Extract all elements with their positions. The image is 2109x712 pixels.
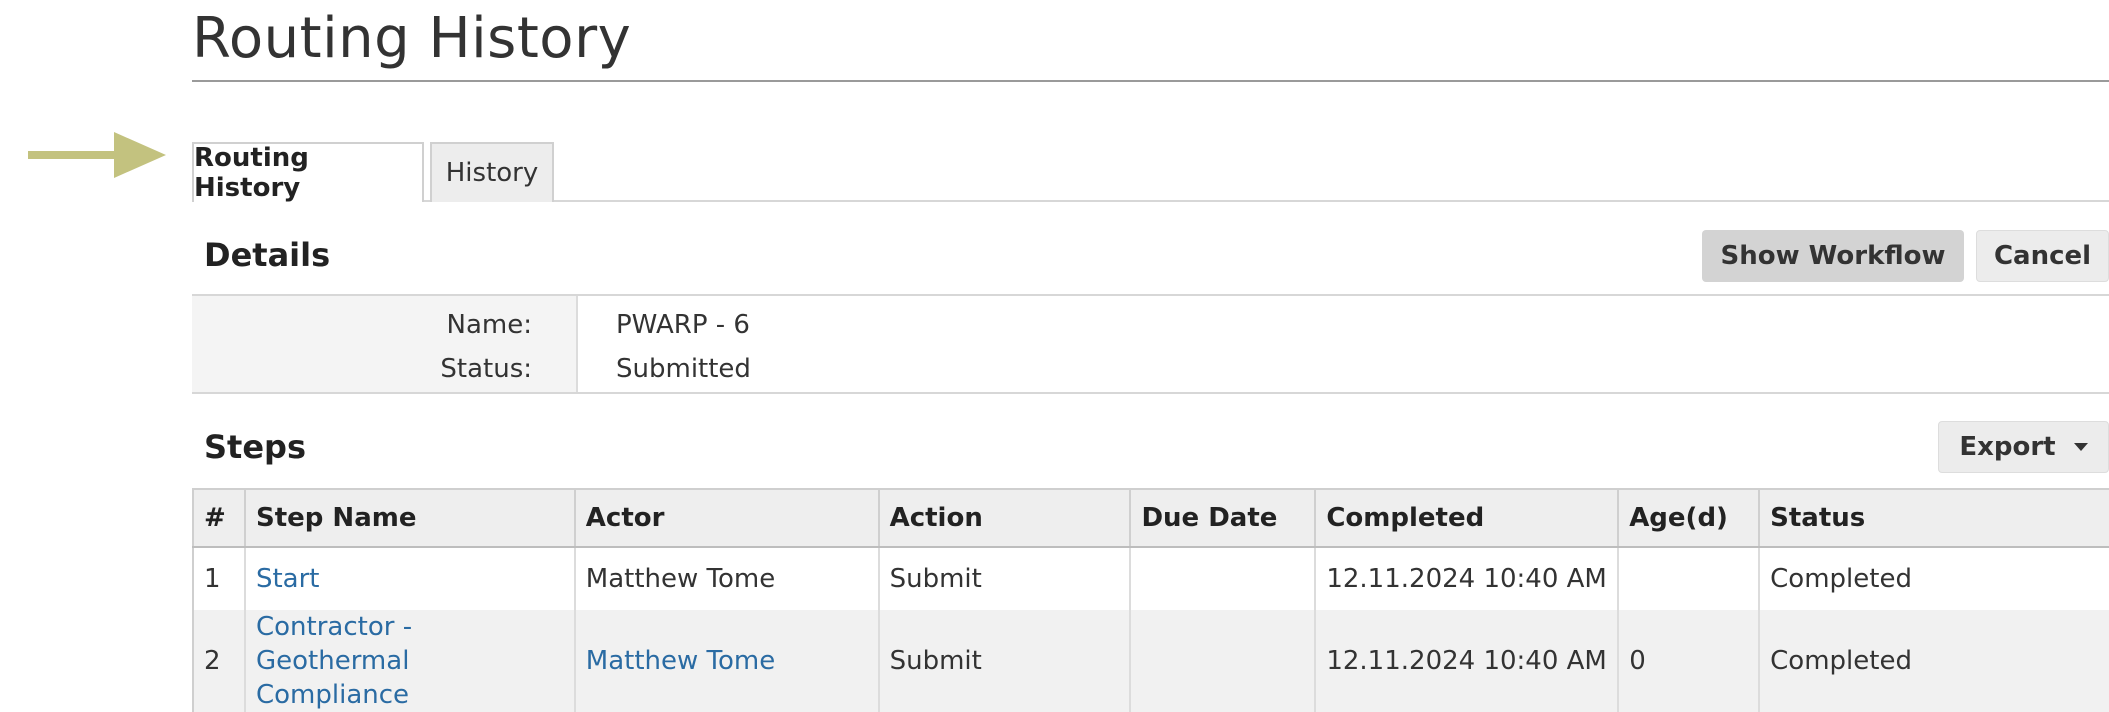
details-heading: Details [204, 236, 331, 274]
tab-routing-history[interactable]: Routing History [192, 142, 424, 203]
cancel-button[interactable]: Cancel [1976, 230, 2109, 282]
table-row: 1 Start Matthew Tome Submit 12.11.2024 1… [192, 547, 2109, 610]
step-completed: 12.11.2024 10:40 AM [1314, 547, 1619, 610]
export-button[interactable]: Export [1938, 421, 2109, 473]
column-header-completed[interactable]: Completed [1314, 488, 1619, 548]
page-title: Routing History [192, 6, 632, 71]
step-name-link[interactable]: Start [256, 564, 320, 594]
status-value: Submitted [616, 354, 751, 384]
caret-down-icon [2073, 443, 2088, 451]
column-header-actor[interactable]: Actor [573, 488, 879, 548]
column-header-action[interactable]: Action [877, 488, 1131, 548]
show-workflow-button[interactable]: Show Workflow [1702, 230, 1964, 282]
actor-link[interactable]: Matthew Tome [586, 646, 775, 676]
steps-heading: Steps [204, 428, 306, 466]
step-status: Completed [1758, 610, 2109, 712]
step-action: Submit [877, 610, 1131, 712]
step-completed: 12.11.2024 10:40 AM [1314, 610, 1619, 712]
step-status: Completed [1758, 547, 2109, 610]
step-number: 1 [192, 547, 245, 610]
step-due-date [1129, 610, 1316, 712]
steps-table: # Step Name Actor Action Due Date Comple… [192, 488, 2109, 712]
title-divider [192, 80, 2109, 82]
column-header-step-name[interactable]: Step Name [243, 488, 575, 548]
tab-history[interactable]: History [430, 142, 554, 202]
table-header-row: # Step Name Actor Action Due Date Comple… [192, 488, 2109, 548]
column-header-status[interactable]: Status [1758, 488, 2109, 548]
status-label: Status: [440, 354, 532, 384]
step-number: 2 [192, 610, 245, 712]
step-actor: Matthew Tome [573, 547, 879, 610]
step-age: 0 [1617, 610, 1760, 712]
name-label: Name: [446, 310, 532, 340]
name-value: PWARP - 6 [616, 310, 750, 340]
arrow-right-icon [28, 132, 166, 178]
step-age [1617, 547, 1760, 610]
details-panel: Name: Status: PWARP - 6 Submitted [192, 294, 2109, 394]
export-label: Export [1959, 432, 2056, 462]
details-label-column: Name: Status: [192, 296, 578, 392]
step-due-date [1129, 547, 1316, 610]
column-header-age[interactable]: Age(d) [1617, 488, 1760, 548]
column-header-due-date[interactable]: Due Date [1129, 488, 1316, 548]
step-action: Submit [877, 547, 1131, 610]
table-row: 2 Contractor - Geothermal Compliance Mat… [192, 610, 2109, 712]
column-header-number[interactable]: # [192, 488, 245, 548]
step-name-link[interactable]: Contractor - Geothermal Compliance [256, 612, 412, 710]
